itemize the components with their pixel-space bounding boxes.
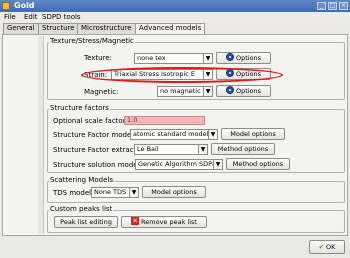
sf-model-options-button[interactable]: Model options [221, 128, 285, 140]
solution-model-label: Structure solution model: [53, 161, 142, 169]
app-icon [2, 2, 10, 10]
minimize-icon[interactable]: _ [317, 2, 326, 10]
sf-extractor-options-button[interactable]: Method options [211, 143, 275, 155]
solution-method-options-button[interactable]: Method options [226, 158, 290, 170]
tab-microstructure[interactable]: Microstructure [77, 23, 136, 34]
left-scroll-strip [38, 36, 44, 234]
magnetic-select-value: no magnetic [160, 87, 201, 95]
magnetic-options-button[interactable]: Options [216, 85, 271, 97]
chevron-down-icon: ▼ [213, 160, 222, 169]
menu-edit[interactable]: Edit [24, 13, 38, 21]
magnetic-select[interactable]: no magnetic ▼ [157, 86, 213, 97]
menu-file[interactable]: File [4, 13, 16, 21]
ok-button[interactable]: ✔ OK [309, 240, 345, 254]
tds-model-select[interactable]: None TDS ▼ [91, 187, 139, 198]
texture-options-label: Options [235, 54, 262, 62]
application-window: Gold _ □ × File Edit SDPD tools General … [0, 0, 350, 258]
texture-options-button[interactable]: Options [216, 52, 271, 64]
sf-extractor-select[interactable]: Le Bail ▼ [134, 144, 208, 155]
title-bar[interactable]: Gold _ □ × [0, 0, 350, 12]
chevron-down-icon: ▼ [198, 145, 207, 154]
menu-bar: File Edit SDPD tools [0, 12, 350, 23]
chevron-down-icon: ▼ [203, 54, 212, 63]
texture-label: Texture: [84, 54, 112, 62]
chevron-down-icon: ▼ [129, 188, 138, 197]
solution-model-select-value: Genetic Algorithm SDPD [138, 160, 218, 168]
menu-sdpd-tools[interactable]: SDPD tools [42, 13, 81, 21]
tab-bar: General Structure Microstructure Advance… [0, 23, 350, 35]
chevron-down-icon: ▼ [203, 87, 212, 96]
tds-model-options-button[interactable]: Model options [142, 186, 206, 198]
remove-peak-list-label: Remove peak list [141, 218, 197, 226]
options-icon [225, 86, 234, 94]
ok-label: OK [326, 243, 336, 251]
tds-model-select-value: None TDS [94, 188, 127, 196]
texture-select[interactable]: none tex ▼ [134, 53, 213, 64]
tab-general[interactable]: General [3, 23, 39, 34]
scale-factor-input[interactable]: 1.0 [124, 116, 205, 125]
texture-select-value: none tex [137, 54, 166, 62]
maximize-icon[interactable]: □ [328, 2, 337, 10]
magnetic-label: Magnetic: [84, 88, 119, 96]
checkmark-icon: ✔ [318, 243, 325, 251]
structure-factors-title: Structure factors [49, 104, 110, 112]
tab-structure[interactable]: Structure [38, 23, 79, 34]
sf-extractor-select-value: Le Bail [137, 145, 159, 153]
scale-factor-label: Optional scale factor: [53, 117, 128, 125]
options-icon [225, 53, 234, 61]
close-icon[interactable]: × [339, 2, 348, 10]
chevron-down-icon: ▼ [208, 130, 217, 139]
remove-peak-list-button[interactable]: ✕ Remove peak list [121, 216, 207, 228]
scattering-group-title: Scattering Models [49, 176, 114, 184]
solution-model-select[interactable]: Genetic Algorithm SDPD ▼ [135, 159, 223, 170]
sf-model-label: Structure Factor model: [53, 131, 136, 139]
tds-model-label: TDS model: [53, 189, 94, 197]
sf-extractor-label: Structure Factor extractor: [53, 146, 146, 154]
red-highlight-ellipse [81, 67, 283, 83]
window-title: Gold [14, 1, 35, 10]
peak-list-editing-button[interactable]: Peak list editing [54, 216, 118, 228]
sf-model-select[interactable]: atomic standard model ▼ [130, 129, 218, 140]
sf-model-select-value: atomic standard model [133, 130, 209, 138]
remove-icon: ✕ [131, 217, 140, 225]
texture-group-title: Texture/Stress/Magnetic [49, 37, 135, 45]
custom-peaks-title: Custom peaks list [49, 205, 114, 213]
magnetic-options-label: Options [235, 87, 262, 95]
